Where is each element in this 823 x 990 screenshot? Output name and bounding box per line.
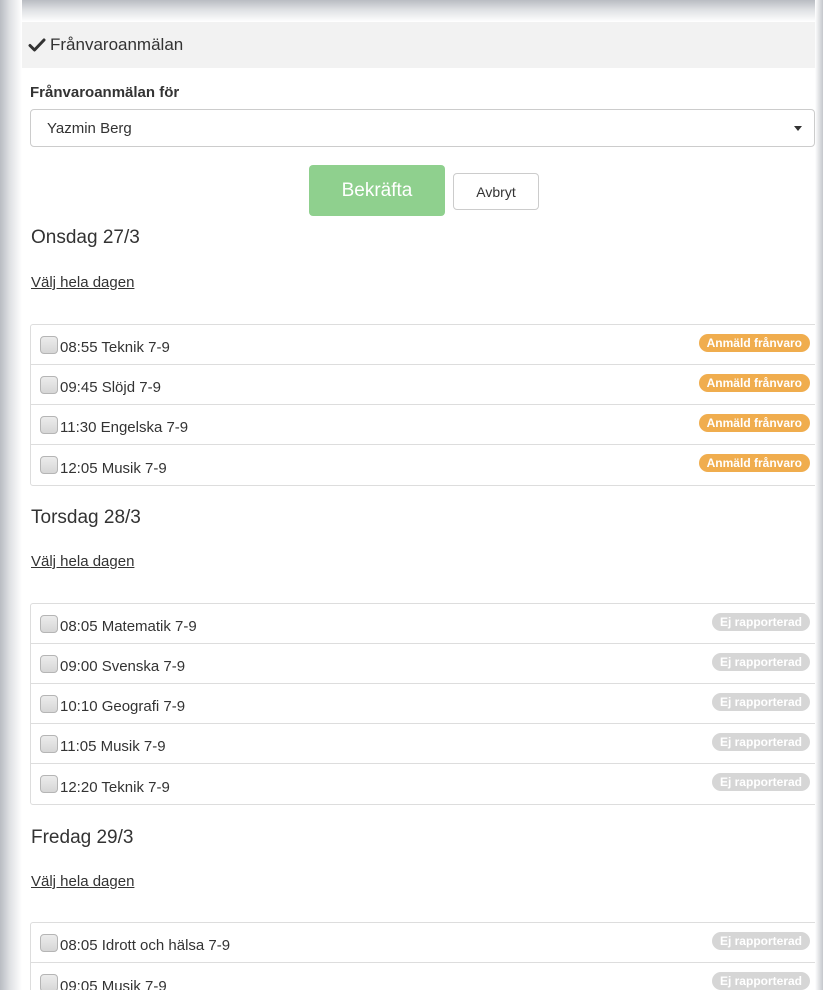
lesson-checkbox[interactable] bbox=[40, 415, 58, 434]
status-badge: Ej rapporterad bbox=[711, 693, 810, 711]
lesson-label: 09:05 Musik 7-9 bbox=[60, 977, 167, 990]
status-badge: Anmäld frånvaro bbox=[698, 414, 810, 432]
lesson-list: 08:05 Idrott och hälsa 7-9 Ej rapportera… bbox=[30, 922, 815, 990]
lesson-label: 10:10 Geografi 7-9 bbox=[60, 698, 186, 715]
lesson-row: 08:05 Idrott och hälsa 7-9 Ej rapportera… bbox=[31, 923, 815, 963]
lesson-checkbox[interactable] bbox=[40, 456, 58, 474]
lesson-checkbox[interactable] bbox=[40, 375, 58, 394]
status-badge: Ej rapporterad bbox=[711, 613, 810, 631]
lesson-label: 08:55 Teknik 7-9 bbox=[60, 339, 170, 356]
absence-panel: Frånvaroanmälan Frånvaroanmälan för Yazm… bbox=[22, 22, 815, 990]
lesson-label: 11:05 Musik 7-9 bbox=[60, 738, 166, 755]
lesson-row: 11:05 Musik 7-9 Ej rapporterad bbox=[31, 724, 815, 764]
screenshot-frame: Frånvaroanmälan Frånvaroanmälan för Yazm… bbox=[0, 0, 823, 990]
lesson-checkbox[interactable] bbox=[40, 654, 58, 673]
lesson-row: 11:30 Engelska 7-9 Anmäld frånvaro bbox=[31, 405, 815, 445]
student-select-value: Yazmin Berg bbox=[47, 119, 132, 137]
lesson-row: 09:00 Svenska 7-9 Ej rapporterad bbox=[31, 644, 815, 684]
cancel-button[interactable]: Avbryt bbox=[453, 173, 539, 210]
lesson-label: 12:20 Teknik 7-9 bbox=[60, 778, 170, 796]
status-badge: Ej rapporterad bbox=[711, 653, 810, 671]
lesson-label: 12:05 Musik 7-9 bbox=[60, 459, 167, 477]
lesson-row: 09:05 Musik 7-9 Ej rapporterad bbox=[31, 963, 815, 990]
lesson-row: 09:45 Slöjd 7-9 Anmäld frånvaro bbox=[31, 365, 815, 405]
lesson-row: 08:55 Teknik 7-9 Anmäld frånvaro bbox=[31, 325, 815, 365]
lesson-checkbox[interactable] bbox=[40, 734, 58, 753]
status-badge: Ej rapporterad bbox=[711, 733, 810, 751]
status-badge: Anmäld frånvaro bbox=[698, 334, 810, 352]
lesson-checkbox[interactable] bbox=[40, 694, 58, 713]
status-badge: Ej rapporterad bbox=[711, 773, 810, 791]
status-badge: Anmäld frånvaro bbox=[698, 374, 810, 392]
status-badge: Anmäld frånvaro bbox=[698, 454, 810, 472]
window-shadow-left bbox=[0, 0, 22, 990]
confirm-button[interactable]: Bekräfta bbox=[309, 165, 445, 216]
student-select-label: Frånvaroanmälan för bbox=[30, 84, 180, 101]
panel-title: Frånvaroanmälan bbox=[50, 35, 184, 54]
window-shadow-right bbox=[815, 0, 823, 990]
select-whole-day-link[interactable]: Välj hela dagen bbox=[31, 873, 134, 890]
lesson-checkbox[interactable] bbox=[40, 335, 58, 354]
status-badge: Ej rapporterad bbox=[711, 932, 810, 950]
lesson-list: 08:05 Matematik 7-9 Ej rapporterad 09:00… bbox=[30, 603, 815, 805]
lesson-checkbox[interactable] bbox=[40, 974, 58, 990]
lesson-label: 09:00 Svenska 7-9 bbox=[60, 658, 186, 675]
student-select[interactable]: Yazmin Berg bbox=[30, 109, 815, 147]
day-title: Fredag 29/3 bbox=[31, 827, 134, 848]
lesson-checkbox[interactable] bbox=[40, 614, 58, 633]
lesson-label: 09:45 Slöjd 7-9 bbox=[60, 379, 161, 396]
lesson-list: 08:55 Teknik 7-9 Anmäld frånvaro 09:45 S… bbox=[30, 324, 815, 486]
day-title: Onsdag 27/3 bbox=[31, 227, 140, 248]
panel-header[interactable]: Frånvaroanmälan bbox=[22, 22, 815, 68]
lesson-row: 10:10 Geografi 7-9 Ej rapporterad bbox=[31, 684, 815, 724]
lesson-row: 12:20 Teknik 7-9 Ej rapporterad bbox=[31, 764, 815, 804]
checkmark-icon bbox=[28, 38, 46, 52]
lesson-checkbox[interactable] bbox=[40, 775, 58, 793]
day-title: Torsdag 28/3 bbox=[31, 507, 141, 528]
status-badge: Ej rapporterad bbox=[711, 972, 810, 990]
lesson-row: 12:05 Musik 7-9 Anmäld frånvaro bbox=[31, 445, 815, 485]
lesson-label: 11:30 Engelska 7-9 bbox=[60, 419, 189, 436]
window-shadow-top bbox=[0, 0, 823, 22]
select-whole-day-link[interactable]: Välj hela dagen bbox=[31, 274, 134, 291]
select-whole-day-link[interactable]: Välj hela dagen bbox=[31, 553, 134, 570]
chevron-down-icon bbox=[794, 125, 802, 131]
lesson-label: 08:05 Matematik 7-9 bbox=[60, 618, 197, 635]
lesson-row: 08:05 Matematik 7-9 Ej rapporterad bbox=[31, 604, 815, 644]
lesson-checkbox[interactable] bbox=[40, 933, 58, 952]
lesson-label: 08:05 Idrott och hälsa 7-9 bbox=[60, 937, 231, 954]
